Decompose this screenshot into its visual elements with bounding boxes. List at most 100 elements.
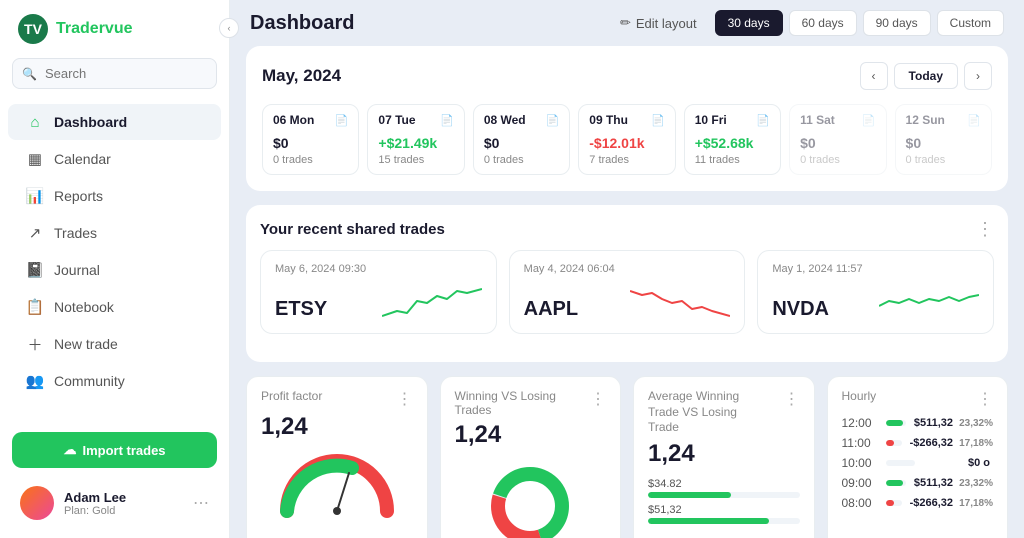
pencil-icon: ✏	[620, 15, 631, 31]
user-profile: Adam Lee Plan: Gold ⋯	[12, 480, 217, 526]
sidebar-item-label: Reports	[54, 188, 103, 204]
hourly-row: 08:00 -$266,32 17,18%	[842, 493, 994, 513]
hourly-row: 12:00 $511,32 23,32%	[842, 413, 994, 433]
avatar	[20, 486, 54, 520]
avg-winning-more-button[interactable]: ⋮	[784, 389, 800, 409]
calendar-prev-button[interactable]: ‹	[860, 62, 888, 90]
period-60-button[interactable]: 60 days	[789, 10, 857, 36]
calendar-month: May, 2024	[262, 66, 341, 86]
hourly-more-button[interactable]: ⋮	[977, 389, 993, 409]
avg-bar-green	[648, 492, 731, 498]
doc-icon: 📄	[967, 114, 981, 127]
user-more-button[interactable]: ⋯	[193, 493, 209, 513]
day-card-sun: 12 Sun📄 $0 0 trades	[895, 104, 992, 175]
calendar-section: May, 2024 ‹ Today › 06 Mon📄 $0 0 trades …	[246, 46, 1008, 191]
profit-factor-more-button[interactable]: ⋮	[397, 389, 413, 409]
topbar-right: ✏ Edit layout 30 days 60 days 90 days Cu…	[620, 10, 1004, 36]
avg-bar-green2	[648, 518, 769, 524]
recent-trades-section: Your recent shared trades ⋮ May 6, 2024 …	[246, 205, 1008, 362]
donut-chart	[485, 461, 575, 538]
sidebar-item-label: Community	[54, 373, 125, 389]
sidebar-nav: ⌂ Dashboard ▦ Calendar 📊 Reports ↗ Trade…	[0, 103, 229, 400]
sidebar-item-community[interactable]: 👥 Community	[8, 363, 221, 399]
home-icon: ⌂	[26, 113, 44, 131]
day-card-fri[interactable]: 10 Fri📄 +$52.68k 11 trades	[684, 104, 781, 175]
widgets-row: Profit factor ⋮ 1,24	[246, 376, 1008, 538]
doc-icon: 📄	[862, 114, 876, 127]
aapl-chart	[630, 281, 730, 321]
edit-layout-button[interactable]: ✏ Edit layout	[620, 15, 697, 31]
import-trades-button[interactable]: ☁ Import trades	[12, 432, 217, 468]
calendar-header: May, 2024 ‹ Today ›	[262, 62, 992, 90]
sidebar-item-label: Dashboard	[54, 114, 127, 130]
hourly-row: 10:00 $0 o	[842, 453, 994, 473]
doc-icon: 📄	[546, 114, 560, 127]
trade-card-etsy[interactable]: May 6, 2024 09:30 ETSY	[260, 250, 497, 334]
widget-hourly: Hourly ⋮ 12:00 $511,32 23,32% 11:00 -$26…	[827, 376, 1009, 538]
sidebar-item-trades[interactable]: ↗ Trades	[8, 215, 221, 251]
etsy-chart	[382, 281, 482, 321]
topbar: Dashboard ✏ Edit layout 30 days 60 days …	[230, 0, 1024, 46]
new-trade-icon: ＋	[26, 335, 44, 353]
bar-chart-icon: 📊	[26, 187, 44, 205]
sidebar-item-dashboard[interactable]: ⌂ Dashboard	[8, 104, 221, 140]
sidebar-item-calendar[interactable]: ▦ Calendar	[8, 141, 221, 177]
period-custom-button[interactable]: Custom	[937, 10, 1004, 36]
cloud-upload-icon: ☁	[63, 442, 76, 458]
doc-icon: 📄	[335, 114, 349, 127]
sidebar-item-new-trade[interactable]: ＋ New trade	[8, 326, 221, 362]
logo-text: Tradervue	[56, 20, 133, 38]
gauge-chart	[277, 453, 397, 518]
sidebar-item-reports[interactable]: 📊 Reports	[8, 178, 221, 214]
widget-avg-winning: Average Winning Trade VS Losing Trade ⋮ …	[633, 376, 815, 538]
sidebar-item-label: Notebook	[54, 299, 114, 315]
search-input[interactable]	[12, 58, 217, 89]
community-icon: 👥	[26, 372, 44, 390]
recent-trades-header: Your recent shared trades ⋮	[260, 219, 994, 240]
day-card-mon[interactable]: 06 Mon📄 $0 0 trades	[262, 104, 359, 175]
hourly-bar-fill	[886, 440, 894, 446]
logo-icon: TV	[18, 14, 48, 44]
doc-icon: 📄	[440, 114, 454, 127]
search-icon: 🔍	[22, 67, 37, 81]
trades-icon: ↗	[26, 224, 44, 242]
trade-card-nvda[interactable]: May 1, 2024 11:57 NVDA	[757, 250, 994, 334]
day-card-tue[interactable]: 07 Tue📄 +$21.49k 15 trades	[367, 104, 464, 175]
page-title: Dashboard	[250, 12, 354, 35]
sidebar-item-label: New trade	[54, 336, 118, 352]
search-container: 🔍	[12, 58, 217, 89]
widget-winning-losing: Winning VS Losing Trades ⋮ 1,24	[440, 376, 622, 538]
hourly-row: 09:00 $511,32 23,32%	[842, 473, 994, 493]
winning-losing-more-button[interactable]: ⋮	[590, 389, 606, 409]
sidebar-collapse-button[interactable]: ‹	[219, 18, 239, 38]
trade-card-aapl[interactable]: May 4, 2024 06:04 AAPL	[509, 250, 746, 334]
period-90-button[interactable]: 90 days	[863, 10, 931, 36]
today-button[interactable]: Today	[894, 63, 958, 89]
hourly-rows: 12:00 $511,32 23,32% 11:00 -$266,32 17,1…	[842, 413, 994, 513]
widget-profit-factor: Profit factor ⋮ 1,24	[246, 376, 428, 538]
recent-trades-title: Your recent shared trades	[260, 221, 445, 238]
dashboard-content: May, 2024 ‹ Today › 06 Mon📄 $0 0 trades …	[230, 46, 1024, 538]
hourly-bar-fill	[886, 480, 903, 486]
nvda-chart	[879, 281, 979, 321]
user-plan: Plan: Gold	[64, 505, 183, 517]
sidebar-item-label: Journal	[54, 262, 100, 278]
day-card-thu[interactable]: 09 Thu📄 -$12.01k 7 trades	[578, 104, 675, 175]
sidebar-item-label: Trades	[54, 225, 97, 241]
sidebar-bottom: ☁ Import trades Adam Lee Plan: Gold ⋯	[0, 420, 229, 538]
day-card-wed[interactable]: 08 Wed📄 $0 0 trades	[473, 104, 570, 175]
sidebar-item-notebook[interactable]: 📋 Notebook	[8, 289, 221, 325]
period-30-button[interactable]: 30 days	[715, 10, 783, 36]
doc-icon: 📄	[756, 114, 770, 127]
main-content: Dashboard ✏ Edit layout 30 days 60 days …	[230, 0, 1024, 538]
hourly-bar-fill	[886, 420, 903, 426]
user-name: Adam Lee	[64, 490, 183, 505]
sidebar-item-label: Calendar	[54, 151, 111, 167]
day-card-sat: 11 Sat📄 $0 0 trades	[789, 104, 886, 175]
recent-trades-more-button[interactable]: ⋮	[976, 219, 994, 240]
trade-cards: May 6, 2024 09:30 ETSY May 4, 2024 06:04…	[260, 250, 994, 334]
calendar-icon: ▦	[26, 150, 44, 168]
calendar-nav: ‹ Today ›	[860, 62, 992, 90]
calendar-next-button[interactable]: ›	[964, 62, 992, 90]
sidebar-item-journal[interactable]: 📓 Journal	[8, 252, 221, 288]
